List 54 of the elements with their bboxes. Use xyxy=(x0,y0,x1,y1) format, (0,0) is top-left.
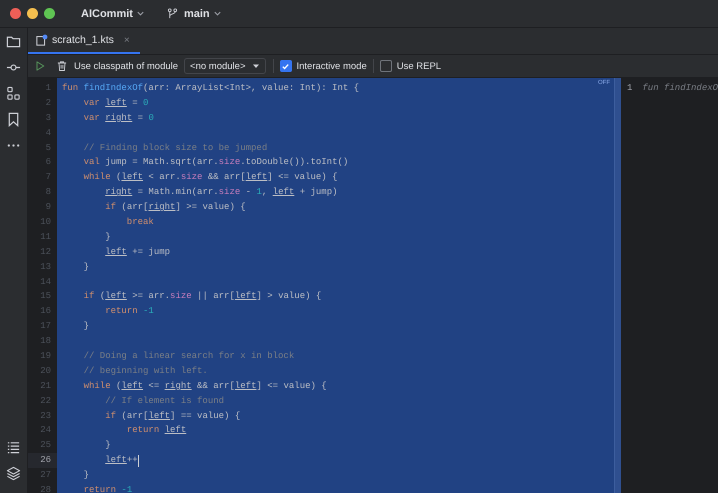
minimize-button[interactable] xyxy=(27,8,38,19)
caret-icon xyxy=(252,62,260,70)
run-icon[interactable] xyxy=(34,60,46,72)
branch-selector[interactable]: main xyxy=(162,6,226,22)
code-line: left += jump xyxy=(104,246,170,259)
checkbox[interactable] xyxy=(380,60,392,72)
zoom-button[interactable] xyxy=(44,8,55,19)
checkbox-label: Interactive mode xyxy=(296,60,367,72)
code-line: // Doing a linear search for x in block xyxy=(82,350,294,364)
code-line: fun findIndexOf(arr: ArrayList<Int>, value: Int): Int { xyxy=(62,82,360,95)
checkbox-label: Use REPL xyxy=(396,60,442,72)
code-line: val jump = Math.sqrt(arr.size.toDouble()).toInt() xyxy=(82,156,348,170)
code-line: var left = 0 xyxy=(82,96,148,110)
code-line: if (left >= arr.size || arr[left] > value) { xyxy=(82,290,322,304)
code-line: right = Math.min(arr.size - 1, left + jump) xyxy=(104,186,338,200)
line-number: 1 xyxy=(627,82,632,95)
output-line: fun findIndexO xyxy=(642,82,718,95)
classpath-label: Use classpath of module xyxy=(74,60,178,72)
scrollbar[interactable] xyxy=(614,78,621,493)
code-line: // beginning with left. xyxy=(82,364,208,378)
code-line: return -1 xyxy=(104,305,154,318)
code-line: if (arr[right] >= value) { xyxy=(104,201,246,214)
close-button[interactable] xyxy=(10,8,21,19)
text-caret xyxy=(138,454,139,467)
code-line: left++ xyxy=(104,454,138,468)
code-line: } xyxy=(82,260,90,274)
trash-icon[interactable] xyxy=(56,60,68,72)
code-line: while (left < arr.size && arr[left] <= value) { xyxy=(82,171,338,184)
code-line: } xyxy=(82,320,90,334)
checkmark-icon xyxy=(281,62,290,70)
code-line: break xyxy=(126,216,154,230)
project-selector[interactable]: AICommit xyxy=(77,6,149,22)
code-line: if (arr[left] == value) { xyxy=(104,410,240,423)
folder-icon[interactable] xyxy=(6,34,21,49)
code-line: return left xyxy=(126,424,186,438)
chevron-icon xyxy=(212,9,222,18)
line-number: 26 xyxy=(28,453,57,468)
code-line: // Finding block size to be jumped xyxy=(82,142,268,155)
chevron-icon xyxy=(136,9,145,18)
branch-icon xyxy=(166,8,178,19)
code-line: } xyxy=(82,469,90,482)
code-line: var right = 0 xyxy=(82,112,154,125)
checkbox[interactable] xyxy=(280,60,292,72)
structure-icon[interactable] xyxy=(6,86,21,101)
code-line: // If element is found xyxy=(104,394,224,408)
code-line: return -1 xyxy=(82,484,132,493)
list-icon[interactable] xyxy=(6,440,21,455)
code-line: } xyxy=(104,439,111,452)
bookmark-icon[interactable] xyxy=(6,112,21,127)
code-line: } xyxy=(104,230,111,244)
module-dropdown[interactable]: <no module> xyxy=(184,58,266,74)
layers-icon[interactable] xyxy=(6,466,21,481)
file-icon xyxy=(36,34,48,46)
code-line: while (left <= right && arr[left] <= value) { xyxy=(82,380,327,393)
